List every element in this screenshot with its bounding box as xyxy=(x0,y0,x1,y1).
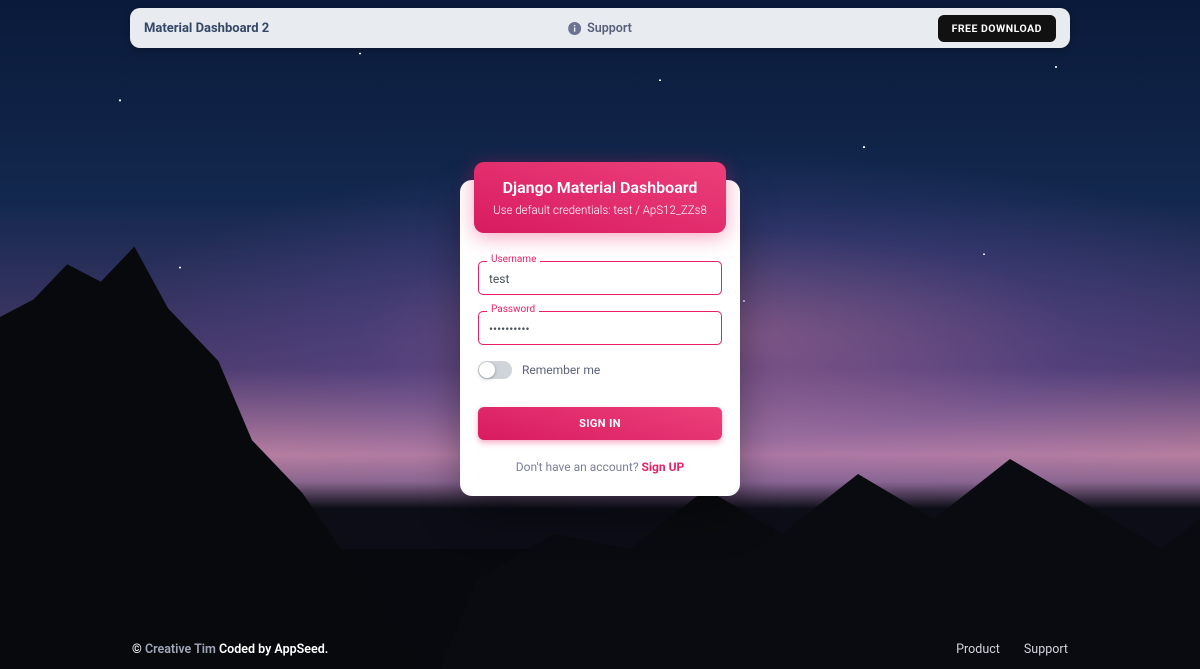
username-label: Username xyxy=(487,254,540,265)
support-link[interactable]: Support xyxy=(568,21,632,36)
free-download-button[interactable]: FREE DOWNLOAD xyxy=(938,15,1056,42)
signup-row: Don't have an account? Sign UP xyxy=(478,460,722,474)
footer-coded-by: Coded by AppSeed. xyxy=(216,642,328,657)
info-icon xyxy=(568,22,581,35)
card-subtitle: Use default credentials: test / ApS12_ZZ… xyxy=(486,203,714,217)
signup-prompt: Don't have an account? xyxy=(516,460,642,474)
footer-link-product[interactable]: Product xyxy=(956,642,1000,657)
password-input[interactable] xyxy=(478,311,722,345)
username-field-wrap: Username xyxy=(478,261,722,295)
footer: © Creative Tim Coded by AppSeed. Product… xyxy=(132,642,1068,657)
password-field-wrap: Password xyxy=(478,311,722,345)
sign-in-button[interactable]: SIGN IN xyxy=(478,407,722,440)
sign-up-link[interactable]: Sign UP xyxy=(641,460,684,474)
brand-title[interactable]: Material Dashboard 2 xyxy=(144,21,269,36)
toggle-knob xyxy=(479,362,495,378)
bg-rock-left xyxy=(0,229,420,669)
footer-link-support[interactable]: Support xyxy=(1024,642,1068,657)
footer-brand-link[interactable]: Creative Tim xyxy=(145,642,216,657)
copyright-symbol: © xyxy=(132,642,142,657)
topbar: Material Dashboard 2 Support FREE DOWNLO… xyxy=(130,8,1070,48)
support-label: Support xyxy=(587,21,632,36)
card-header: Django Material Dashboard Use default cr… xyxy=(474,162,726,233)
remember-row: Remember me xyxy=(478,361,722,379)
remember-label: Remember me xyxy=(522,363,600,377)
card-title: Django Material Dashboard xyxy=(486,178,714,197)
password-label: Password xyxy=(487,304,539,315)
login-card: Django Material Dashboard Use default cr… xyxy=(460,180,740,496)
footer-copy: © Creative Tim Coded by AppSeed. xyxy=(132,642,328,657)
footer-links: Product Support xyxy=(956,642,1068,657)
username-input[interactable] xyxy=(478,261,722,295)
remember-toggle[interactable] xyxy=(478,361,512,379)
